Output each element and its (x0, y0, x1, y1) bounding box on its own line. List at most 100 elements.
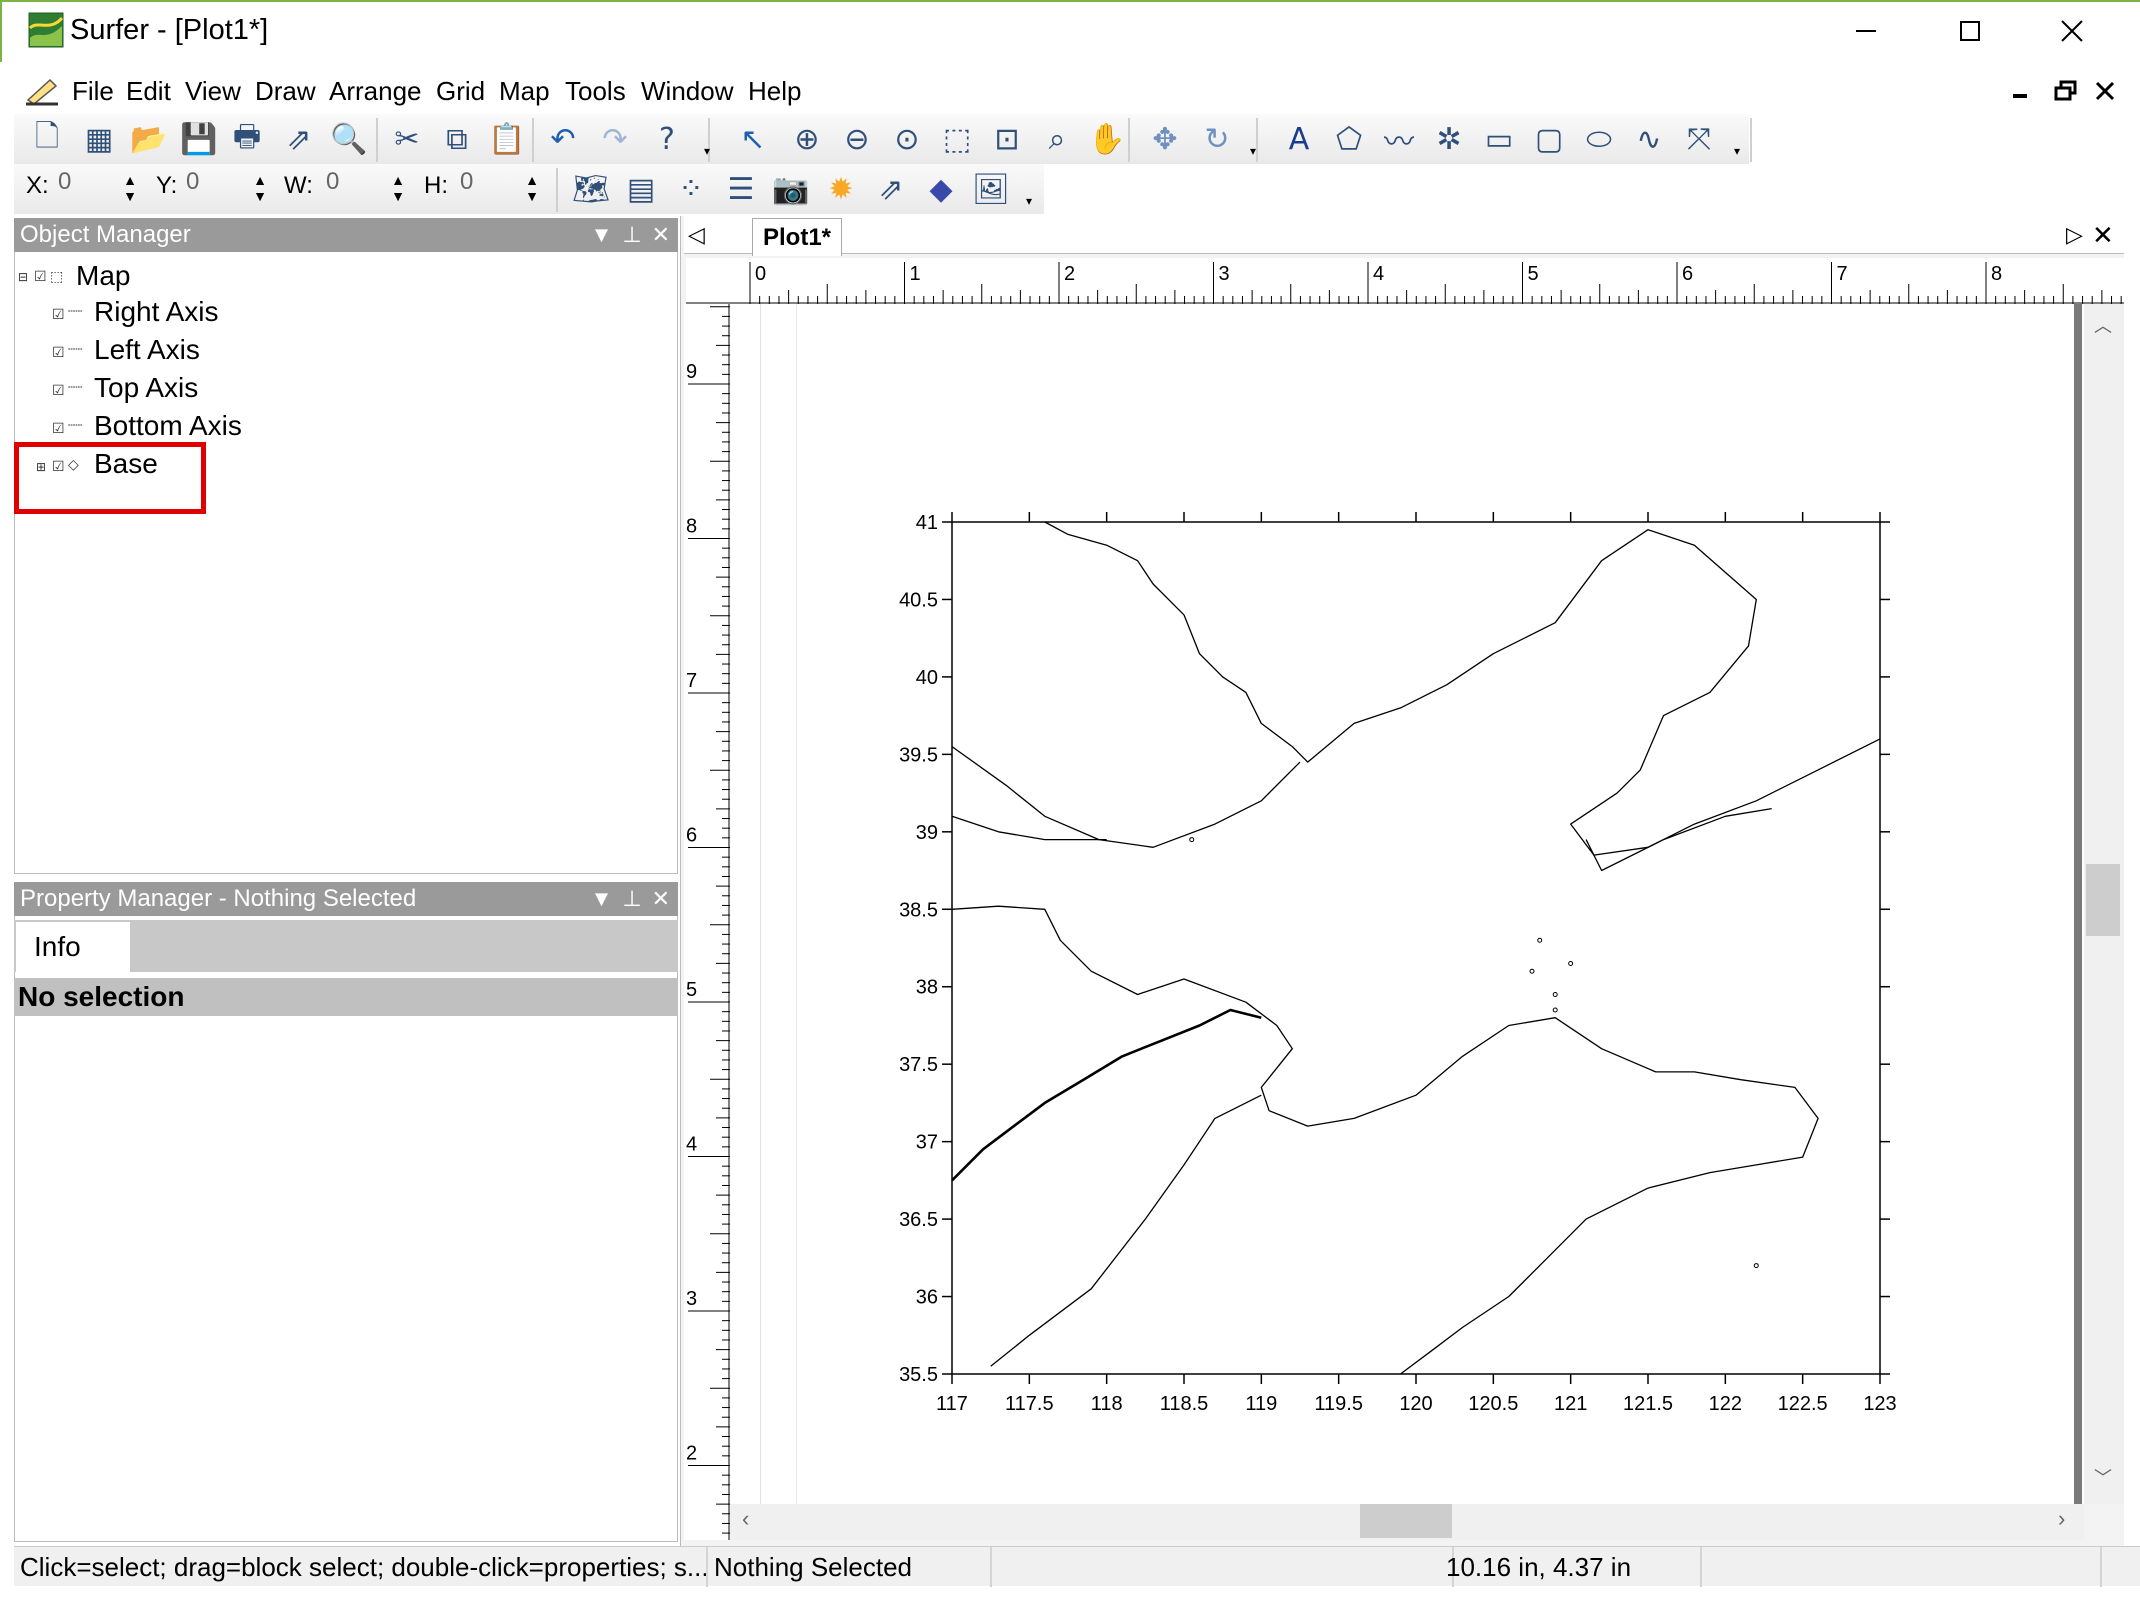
scroll-up-icon[interactable]: ︿ (2094, 312, 2112, 338)
close-icon[interactable]: ✕ (652, 882, 670, 916)
contour-map-button[interactable]: ▤ (618, 166, 664, 212)
tree-item-right-axis[interactable]: Right Axis (94, 294, 219, 330)
base-image-button[interactable]: 🖼 (968, 166, 1014, 212)
close-icon[interactable]: ✕ (652, 218, 670, 252)
reshape-button[interactable]: ⤧ (1676, 116, 1722, 162)
base-map-button[interactable]: 🗺 (568, 166, 614, 212)
zoom-rectangle-button[interactable]: ⊙ (884, 116, 930, 162)
toolbar-overflow-button[interactable]: ▾ (1730, 116, 1744, 162)
rotate-3d-button[interactable]: ✥ (1142, 116, 1188, 162)
image-map-button[interactable]: 📷 (768, 166, 814, 212)
scroll-down-icon[interactable]: ﹀ (2094, 1464, 2112, 1490)
menu-grid[interactable]: Grid (436, 74, 485, 108)
menu-help[interactable]: Help (748, 74, 801, 108)
copy-button[interactable]: ⧉ (434, 116, 480, 162)
shaded-relief-button[interactable]: ✹ (818, 166, 864, 212)
tab-plot1[interactable]: Plot1* (752, 218, 842, 256)
tree-item-bottom-axis[interactable]: Bottom Axis (94, 408, 242, 444)
tree-item-top-axis[interactable]: Top Axis (94, 370, 198, 406)
tree-item-left-axis[interactable]: Left Axis (94, 332, 200, 368)
refresh-button[interactable]: ↻ (1194, 116, 1240, 162)
symbol-button[interactable]: ✲ (1426, 116, 1472, 162)
toolbar-overflow-button[interactable]: ▾ (700, 116, 714, 162)
checkbox-icon[interactable]: ☑ (34, 268, 47, 285)
rectangle-button[interactable]: ▭ (1476, 116, 1522, 162)
new-plot-button[interactable]: 🗋 (24, 116, 70, 162)
text-button[interactable]: A (1276, 116, 1322, 162)
context-help-button[interactable]: ? (644, 116, 690, 162)
save-button[interactable]: 💾 (176, 116, 222, 162)
3d-surface-button[interactable]: ◆ (918, 166, 964, 212)
zoom-selected-button[interactable]: ⊡ (984, 116, 1030, 162)
spline-button[interactable]: ∿ (1626, 116, 1672, 162)
minimize-button[interactable] (1814, 0, 1918, 62)
redo-button[interactable]: ↷ (592, 116, 638, 162)
close-document-icon[interactable]: ✕ (2092, 220, 2114, 251)
tab-scroll-left-icon[interactable]: ◁ (688, 222, 705, 248)
open-button[interactable]: 📂 (126, 116, 172, 162)
x-field[interactable]: 0 (58, 168, 118, 196)
menu-arrange[interactable]: Arrange (329, 74, 422, 108)
export-button[interactable]: ⇗ (276, 116, 322, 162)
checkbox-icon[interactable]: ☑ (52, 420, 65, 437)
menu-draw[interactable]: Draw (255, 74, 316, 108)
menu-window[interactable]: Window (641, 74, 733, 108)
base-map[interactable]: 41 40.5 40 39.5 39 38.5 38 37.5 37 36.5 36 35.5 117 1… (860, 500, 1920, 1430)
pin-icon[interactable]: ⊥ (622, 218, 641, 252)
h-field[interactable]: 0 (460, 168, 520, 196)
document-menu-icon[interactable] (24, 74, 60, 113)
w-field[interactable]: 0 (326, 168, 386, 196)
horizontal-scroll-thumb[interactable] (1360, 1504, 1452, 1538)
ellipse-button[interactable]: ⬭ (1576, 116, 1622, 162)
scroll-left-icon[interactable]: ‹ (742, 1506, 749, 1532)
polygon-button[interactable]: ⬠ (1326, 116, 1372, 162)
checkbox-icon[interactable]: ☑ (52, 306, 65, 323)
zoom-in-button[interactable]: ⊕ (784, 116, 830, 162)
checkbox-icon[interactable]: ☑ (52, 382, 65, 399)
checkbox-icon[interactable]: ☑ (52, 344, 65, 361)
print-button[interactable]: 🖶 (224, 116, 270, 162)
close-button[interactable] (2020, 0, 2124, 62)
pane-menu-icon[interactable]: ▼ (591, 218, 613, 252)
rounded-rectangle-button[interactable]: ▢ (1526, 116, 1572, 162)
classed-post-button[interactable]: ☰ (718, 166, 764, 212)
tab-info[interactable]: Info (16, 922, 130, 972)
cut-button[interactable]: ✂ (384, 116, 430, 162)
collapse-toggle-icon[interactable]: ⊟ (18, 270, 28, 284)
vector-map-button[interactable]: ⇗ (868, 166, 914, 212)
y-spinner[interactable]: ▲ ▼ (252, 172, 268, 204)
mdi-minimize-button[interactable] (2010, 80, 2032, 107)
toolbar-overflow-button[interactable]: ▾ (1022, 166, 1036, 212)
pan-hand-button[interactable]: ✋ (1084, 116, 1130, 162)
mdi-restore-button[interactable] (2054, 80, 2078, 107)
select-arrow-button[interactable]: ↖ (730, 116, 776, 162)
polyline-button[interactable]: 〰 (1376, 116, 1422, 162)
post-map-button[interactable]: ⁘ (668, 166, 714, 212)
h-spinner[interactable]: ▲ ▼ (524, 172, 540, 204)
menu-tools[interactable]: Tools (565, 74, 626, 108)
w-spinner[interactable]: ▲ ▼ (390, 172, 406, 204)
zoom-page-button[interactable]: ⬚ (934, 116, 980, 162)
paste-button[interactable]: 📋 (484, 116, 530, 162)
tree-item-map[interactable]: Map (76, 258, 130, 294)
pane-menu-icon[interactable]: ▼ (591, 882, 613, 916)
tab-scroll-right-icon[interactable]: ▷ (2066, 222, 2083, 248)
vertical-scroll-thumb[interactable] (2086, 864, 2120, 936)
mdi-close-button[interactable] (2094, 80, 2116, 107)
zoom-out-button[interactable]: ⊖ (834, 116, 880, 162)
x-spinner[interactable]: ▲ ▼ (122, 172, 138, 204)
undo-button[interactable]: ↶ (540, 116, 586, 162)
menu-edit[interactable]: Edit (126, 74, 171, 108)
toolbar-overflow-button[interactable]: ▾ (1246, 116, 1260, 162)
menu-view[interactable]: View (185, 74, 241, 108)
scroll-right-icon[interactable]: › (2058, 1506, 2065, 1532)
menu-map[interactable]: Map (499, 74, 550, 108)
new-worksheet-button[interactable]: ▦ (76, 116, 122, 162)
menu-file[interactable]: File (72, 74, 114, 108)
zoom-fit-button[interactable]: ⌕ (1034, 116, 1080, 162)
ruler-top-label: 1 (910, 263, 921, 285)
pin-icon[interactable]: ⊥ (622, 882, 641, 916)
maximize-button[interactable] (1918, 0, 2022, 62)
print-preview-button[interactable]: 🔍 (326, 116, 372, 162)
y-field[interactable]: 0 (186, 168, 246, 196)
